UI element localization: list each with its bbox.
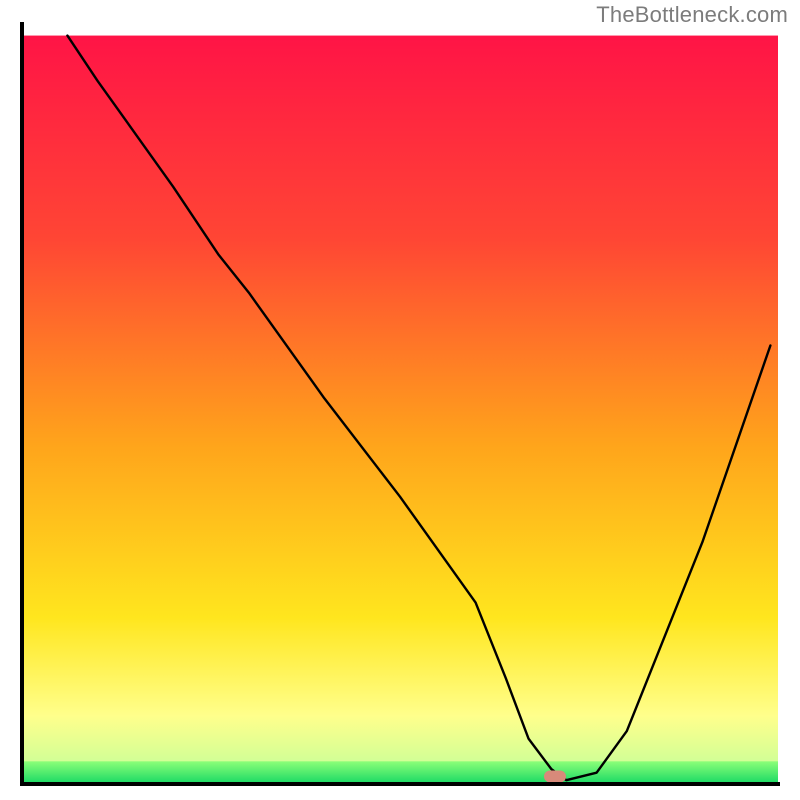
chart-frame: TheBottleneck.com: [0, 0, 800, 800]
bottleneck-marker: [544, 770, 566, 782]
bottleneck-chart: [0, 0, 800, 800]
watermark-text: TheBottleneck.com: [596, 2, 788, 28]
